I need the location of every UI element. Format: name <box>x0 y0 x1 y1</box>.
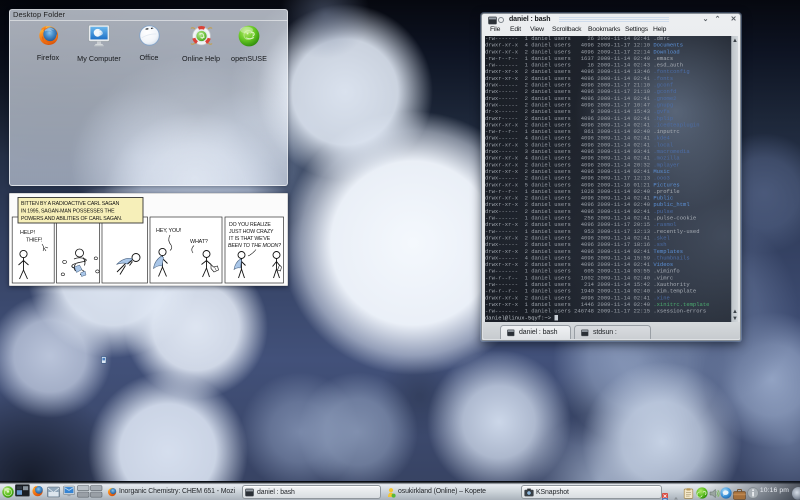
svg-text:THIEF!: THIEF! <box>26 238 43 244</box>
svg-text:JUST HOW CRAZY: JUST HOW CRAZY <box>229 229 274 235</box>
svg-text:POWERS AND ABILITIES OF CARL S: POWERS AND ABILITIES OF CARL SAGAN. <box>21 216 122 222</box>
svg-text:IN 1995, SAGAN-MAN POSSESSES T: IN 1995, SAGAN-MAN POSSESSES THE <box>21 209 115 215</box>
svg-text:BITTEN BY A RADIOACTIVE CARL S: BITTEN BY A RADIOACTIVE CARL SAGAN <box>21 201 120 207</box>
svg-text:BEEN TO THE MOON?: BEEN TO THE MOON? <box>228 243 281 249</box>
svg-text:WHAT?: WHAT? <box>190 239 208 245</box>
svg-text:IT IS THAT WE'VE: IT IS THAT WE'VE <box>229 236 271 242</box>
svg-text:DO YOU REALIZE: DO YOU REALIZE <box>229 222 271 228</box>
svg-text:HELP!: HELP! <box>20 230 35 236</box>
svg-text:HEY, YOU!: HEY, YOU! <box>156 228 182 234</box>
